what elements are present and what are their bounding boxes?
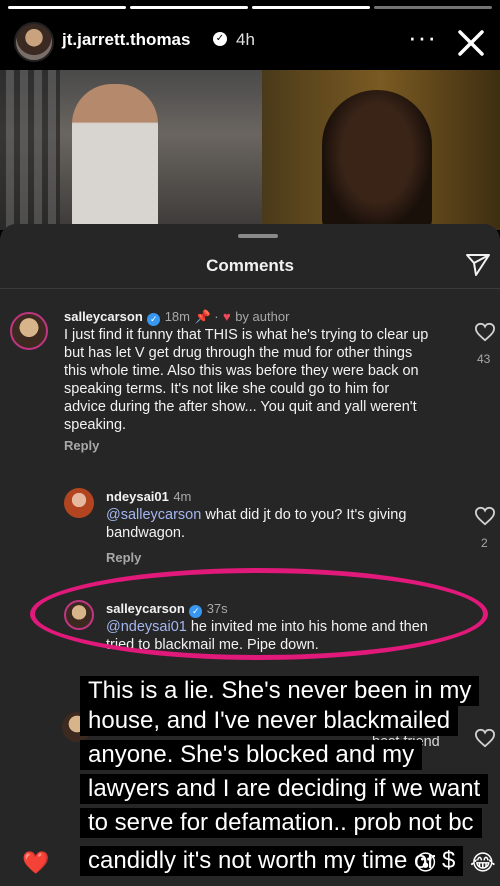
comment-item: salleycarson ✓ 18m 📌 · ♥ by author I jus… — [0, 300, 500, 470]
progress-segment — [374, 6, 492, 9]
drag-handle[interactable] — [238, 234, 278, 238]
like-count: 2 — [481, 536, 488, 550]
verified-icon: ✓ — [213, 32, 227, 46]
progress-segment — [252, 6, 370, 9]
story-progress — [8, 6, 492, 9]
like-heart-icon[interactable] — [474, 728, 496, 748]
story-image-left — [0, 70, 262, 230]
liked-by-author-label: by author — [235, 309, 290, 324]
share-icon[interactable] — [464, 250, 492, 278]
heart-reaction-icon[interactable]: ❤️ — [22, 850, 49, 876]
story-image-right — [262, 70, 500, 230]
caption-line: This is a lie. She's never been in my — [80, 676, 480, 706]
comment-item: ndeysai01 4m @salleycarson what did jt d… — [0, 484, 500, 574]
avatar[interactable] — [14, 22, 54, 62]
pin-icon: 📌 · — [194, 309, 219, 324]
comment-username[interactable]: salleycarson — [64, 309, 143, 324]
story-username[interactable]: jt.jarrett.thomas — [62, 30, 190, 50]
comment-time: 18m — [164, 309, 190, 324]
comment-time: 4m — [173, 489, 192, 504]
like-count: 43 — [477, 352, 491, 366]
verified-icon: ✓ — [147, 313, 161, 326]
caption-line: lawyers and I are deciding if we want — [80, 774, 489, 804]
caption-line: house, and I've never blackmailed — [80, 706, 459, 736]
avatar[interactable] — [10, 312, 48, 350]
caption-line: anyone. She's blocked and my — [80, 740, 423, 770]
story-time: 4h — [236, 30, 255, 49]
caption-line: candidly it's not worth my time or $ — [80, 846, 464, 876]
annotation-circle — [30, 568, 488, 660]
reply-button[interactable]: Reply — [64, 438, 99, 453]
like-heart-icon[interactable] — [474, 322, 496, 342]
close-icon[interactable] — [452, 24, 490, 62]
mention-link[interactable]: @salleycarson — [106, 507, 201, 523]
progress-segment — [8, 6, 126, 9]
avatar[interactable] — [64, 488, 94, 518]
liked-by-author-icon: ♥ — [223, 309, 231, 324]
comment-username[interactable]: ndeysai01 — [106, 489, 169, 504]
more-options-button[interactable]: ··· — [408, 22, 437, 53]
comment-text: I just find it funny that THIS is what h… — [64, 327, 429, 433]
comments-title: Comments — [206, 256, 294, 275]
surprised-face-icon: 😮 — [414, 850, 437, 875]
comment-text: @salleycarson what did jt do to you? It'… — [106, 507, 407, 541]
reply-button[interactable]: Reply — [106, 550, 141, 565]
story-header: jt.jarrett.thomas ✓ 4h ··· — [0, 18, 500, 68]
progress-segment — [130, 6, 248, 9]
laughing-face-icon[interactable]: 😂 — [470, 850, 496, 876]
like-heart-icon[interactable] — [474, 506, 496, 526]
divider — [0, 288, 500, 289]
caption-line: to serve for defamation.. prob not bc — [80, 808, 482, 838]
